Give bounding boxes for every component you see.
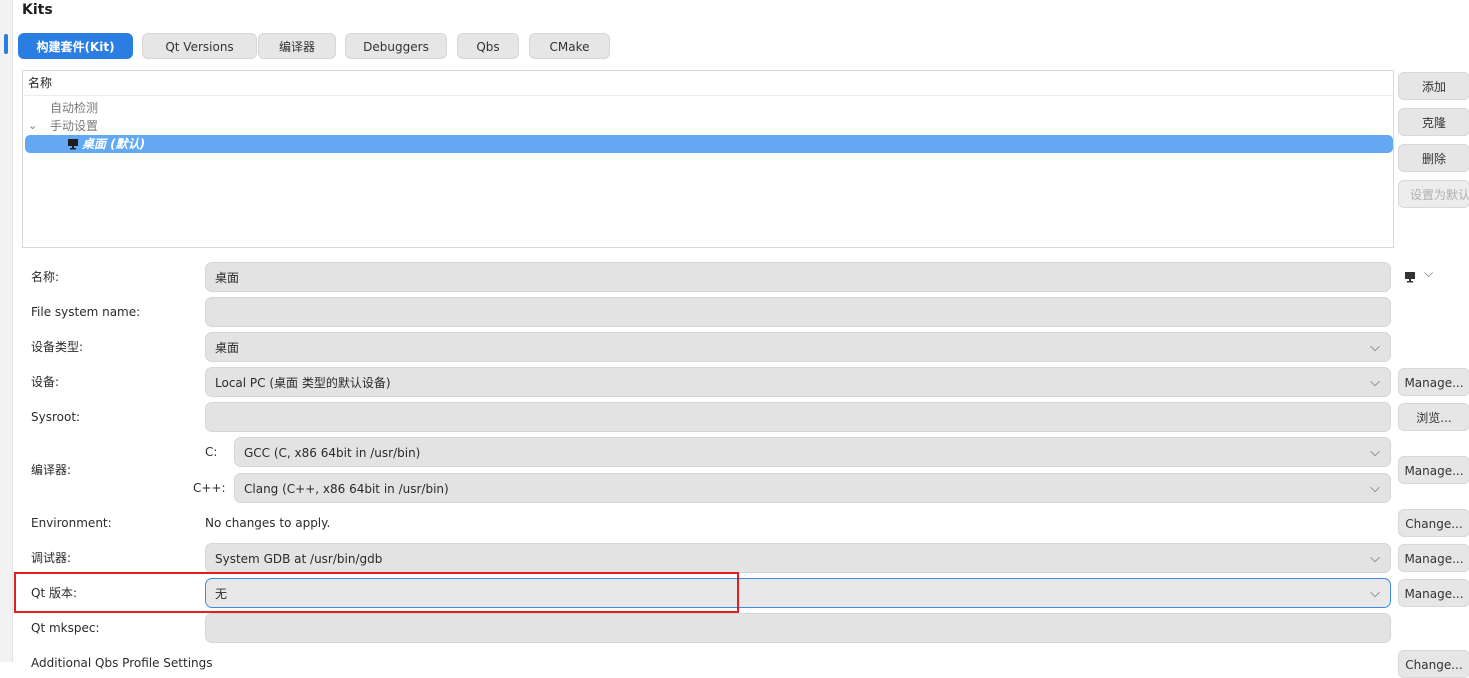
sysroot-label: Sysroot: — [31, 410, 81, 424]
chevron-down-icon: ⌵ — [1370, 340, 1380, 355]
compiler-label: 编译器: — [31, 463, 72, 477]
compiler-cxx-select[interactable]: Clang (C++, x86 64bit in /usr/bin) ⌵ — [234, 473, 1391, 503]
sysroot-input[interactable] — [205, 402, 1391, 432]
debugger-value: System GDB at /usr/bin/gdb — [215, 552, 383, 566]
tab-debuggers[interactable]: Debuggers — [345, 33, 447, 59]
tab-qbs[interactable]: Qbs — [457, 33, 519, 59]
device-type-select[interactable]: 桌面 ⌵ — [205, 332, 1391, 362]
device-type-label: 设备类型: — [31, 340, 84, 354]
clone-button[interactable]: 克隆 — [1398, 108, 1469, 136]
compiler-c-prefix: C: — [205, 445, 218, 459]
page-title: Kits — [22, 2, 53, 18]
tree-node-manual[interactable]: 手动设置 — [50, 117, 98, 135]
environment-label: Environment: — [31, 516, 112, 530]
device-value: Local PC (桌面 类型的默认设备) — [215, 376, 391, 390]
kit-icon-selector[interactable]: ⌵ — [1404, 266, 1440, 286]
tab-qt-versions[interactable]: Qt Versions — [142, 33, 257, 59]
chevron-down-icon: ⌵ — [1424, 266, 1434, 280]
chevron-down-icon: ⌵ — [1370, 375, 1380, 390]
highlight-box — [14, 572, 739, 613]
environment-change-button[interactable]: Change... — [1398, 509, 1469, 537]
chevron-down-icon[interactable]: ⌄ — [28, 117, 42, 135]
tree-header-name: 名称 — [23, 71, 1393, 96]
fs-name-label: File system name: — [31, 305, 141, 319]
tree-node-desktop-kit[interactable]: 桌面 (默认) — [25, 135, 1393, 153]
debugger-label: 调试器: — [31, 551, 72, 565]
device-label: 设备: — [31, 375, 60, 389]
name-label: 名称: — [31, 270, 60, 284]
left-mode-strip — [0, 0, 13, 662]
make-default-button[interactable]: 设置为默认 — [1398, 180, 1469, 208]
environment-value: No changes to apply. — [205, 516, 331, 530]
compiler-manage-button[interactable]: Manage... — [1398, 456, 1469, 484]
monitor-icon — [68, 139, 78, 150]
compiler-cxx-prefix: C++: — [193, 481, 226, 495]
add-button[interactable]: 添加 — [1398, 72, 1469, 100]
device-type-value: 桌面 — [215, 341, 240, 355]
name-input[interactable]: 桌面 — [205, 262, 1391, 292]
debugger-select[interactable]: System GDB at /usr/bin/gdb ⌵ — [205, 543, 1391, 573]
qbs-change-button[interactable]: Change... — [1398, 650, 1469, 678]
compiler-c-value: GCC (C, x86 64bit in /usr/bin) — [244, 446, 421, 460]
debugger-manage-button[interactable]: Manage... — [1398, 544, 1469, 572]
device-select[interactable]: Local PC (桌面 类型的默认设备) ⌵ — [205, 367, 1391, 397]
remove-button[interactable]: 删除 — [1398, 144, 1469, 172]
chevron-down-icon: ⌵ — [1370, 551, 1380, 566]
compiler-cxx-value: Clang (C++, x86 64bit in /usr/bin) — [244, 482, 449, 496]
fs-name-input[interactable] — [205, 297, 1391, 327]
sysroot-browse-button[interactable]: 浏览... — [1398, 403, 1469, 431]
compiler-c-select[interactable]: GCC (C, x86 64bit in /usr/bin) ⌵ — [234, 437, 1391, 467]
monitor-icon — [1405, 272, 1415, 283]
qt-mkspec-input[interactable] — [205, 613, 1391, 643]
kits-tree[interactable]: 名称 自动检测 ⌄ 手动设置 桌面 (默认) — [22, 70, 1394, 248]
tab-cmake[interactable]: CMake — [529, 33, 610, 59]
tab-compilers[interactable]: 编译器 — [258, 33, 336, 59]
tree-node-desktop-label: 桌面 (默认) — [82, 137, 146, 151]
mode-selected-indicator — [4, 34, 8, 54]
chevron-down-icon: ⌵ — [1370, 445, 1380, 460]
qbs-profile-label: Additional Qbs Profile Settings — [31, 656, 213, 670]
qt-mkspec-label: Qt mkspec: — [31, 621, 100, 635]
chevron-down-icon: ⌵ — [1370, 481, 1380, 496]
qt-version-manage-button[interactable]: Manage... — [1398, 579, 1469, 607]
device-manage-button[interactable]: Manage... — [1398, 368, 1469, 396]
chevron-down-icon: ⌵ — [1370, 586, 1380, 601]
tree-node-auto[interactable]: 自动检测 — [50, 99, 98, 117]
tab-kits[interactable]: 构建套件(Kit) — [18, 33, 133, 59]
